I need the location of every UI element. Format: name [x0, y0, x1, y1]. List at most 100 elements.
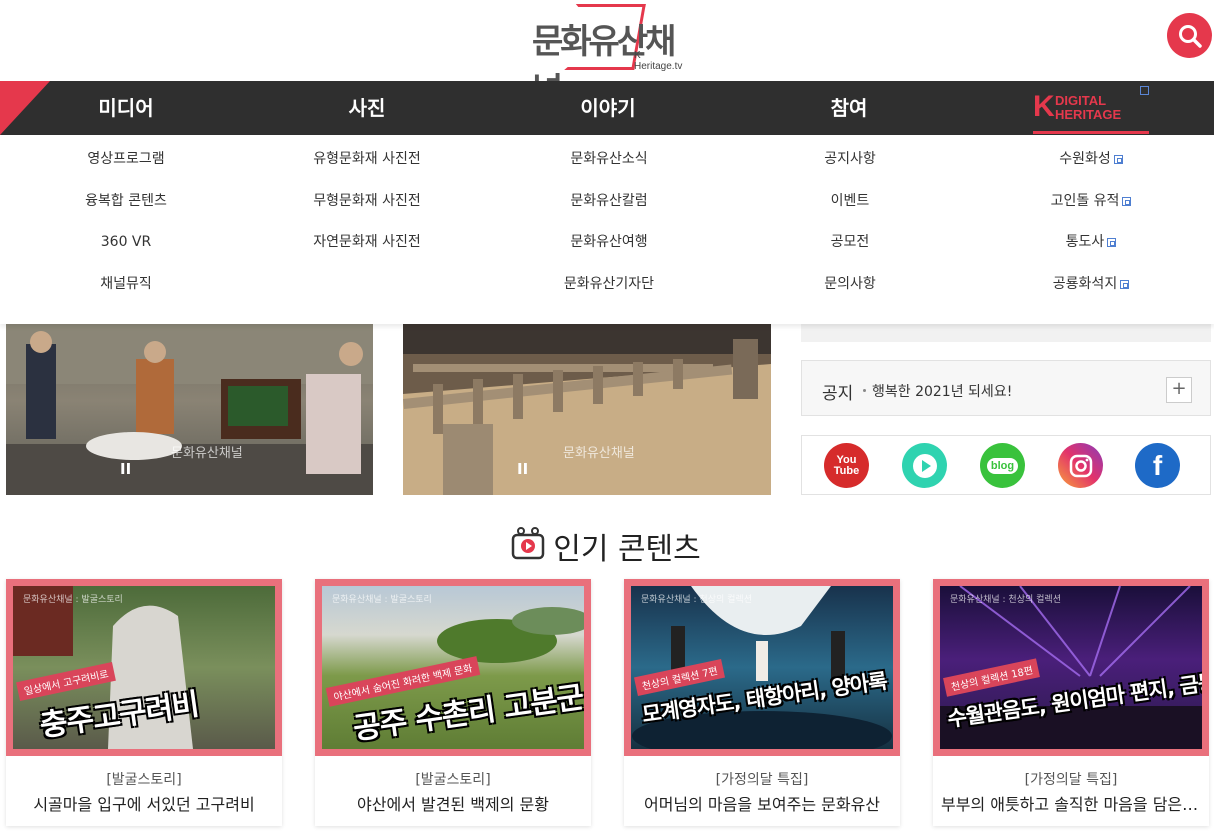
menu-item[interactable]: 무형문화재 사진전: [247, 189, 487, 231]
facebook-link[interactable]: f: [1135, 443, 1180, 488]
menu-item[interactable]: 문화유산기자단: [489, 272, 729, 314]
menu-item[interactable]: 이벤트: [730, 189, 970, 231]
video-watermark: 문화유산채널: [563, 446, 635, 461]
nav-item-media[interactable]: 미디어: [26, 81, 226, 135]
card-thumbnail: 일상에서 고구려비로 충주고구려비 문화유산채널 : 발굴스토리: [6, 579, 282, 756]
digital-heritage-line2: HERITAGE: [1055, 107, 1122, 122]
notice-more-button[interactable]: +: [1166, 377, 1192, 403]
external-link-icon: [1107, 238, 1117, 247]
studio-scene-image: [6, 324, 373, 495]
instagram-icon: [1069, 454, 1092, 477]
external-link-icon: [1122, 196, 1132, 206]
pause-icon[interactable]: II: [120, 460, 131, 478]
play-icon: [912, 453, 937, 478]
card-title[interactable]: 부부의 애틋하고 솔직한 마음을 담은 …: [933, 791, 1209, 815]
content-card[interactable]: 야산에서 숨어진 화려한 백제 문화 공주 수촌리 고분군 문화유산채널 : 발…: [315, 579, 591, 826]
notice-title: 공지: [822, 384, 854, 404]
menu-item-label: 통도사: [1065, 234, 1105, 250]
play-link[interactable]: [902, 443, 947, 488]
card-title[interactable]: 어머님의 마음을 보여주는 문화유산: [624, 791, 900, 815]
card-title[interactable]: 야산에서 발견된 백제의 문황: [315, 791, 591, 815]
video-thumbnail-studio[interactable]: II 문화유산채널: [6, 324, 373, 495]
video-thumbnail-bridge[interactable]: II 문화유산채널: [403, 324, 771, 495]
menu-item[interactable]: 고인돌 유적: [971, 189, 1211, 231]
digital-heritage-k: K: [1033, 90, 1055, 123]
external-link-icon: [1113, 155, 1123, 164]
card-channel-mark: 문화유산채널 : 발굴스토리: [23, 595, 123, 605]
card-channel-mark: 문화유산채널 : 천상의 컬렉션: [950, 595, 1061, 605]
banner-strip: [801, 324, 1211, 342]
nav-item-photo[interactable]: 사진: [267, 81, 467, 135]
card-thumbnail: 야산에서 숨어진 화려한 백제 문화 공주 수촌리 고분군 문화유산채널 : 발…: [315, 579, 591, 756]
card-image: 일상에서 고구려비로 충주고구려비 문화유산채널 : 발굴스토리: [13, 586, 275, 749]
blog-link[interactable]: blog: [980, 443, 1025, 488]
notice-link[interactable]: 행복한 2021년 되세요!: [872, 381, 1012, 401]
card-category: [가정의달 특집]: [715, 772, 809, 788]
card-thumbnail: 천상의 컬렉션 7편 모계영자도, 태항아리, 양아록 문화유산채널 : 천상의…: [624, 579, 900, 756]
popular-title-text: 인기 콘텐츠: [553, 532, 701, 567]
menu-column-media: 영상프로그램 융복합 콘텐츠 360 VR 채널뮤직: [6, 147, 246, 313]
youtube-link[interactable]: You Tube: [824, 443, 869, 488]
menu-item[interactable]: 문화유산여행: [489, 230, 729, 272]
blog-icon: blog: [986, 457, 1019, 474]
menu-item-label: 수원화성: [1059, 151, 1111, 167]
notice-box: 공지 행복한 2021년 되세요! +: [801, 360, 1211, 416]
menu-item[interactable]: 통도사: [971, 230, 1211, 272]
search-button[interactable]: [1167, 13, 1212, 58]
search-icon: [1178, 24, 1202, 48]
menu-column-participate: 공지사항 이벤트 공모전 문의사항: [730, 147, 970, 313]
card-category: [발굴스토리]: [106, 772, 182, 788]
menu-item[interactable]: 영상프로그램: [6, 147, 246, 189]
site-header: 문화유산채널 K-Heritage.tv: [0, 0, 1214, 111]
menu-column-story: 문화유산소식 문화유산칼럼 문화유산여행 문화유산기자단: [489, 147, 729, 313]
card-channel-mark: 문화유산채널 : 발굴스토리: [332, 595, 432, 605]
video-watermark: 문화유산채널: [171, 446, 243, 461]
social-links: You Tube blog f: [801, 435, 1211, 495]
menu-item[interactable]: 공지사항: [730, 147, 970, 189]
card-category: [가정의달 특집]: [1024, 772, 1118, 788]
card-image: 천상의 컬렉션 18편 수월관음도, 원이엄마 편지, 금동신발 문화유산채널 …: [940, 586, 1202, 749]
instagram-link[interactable]: [1058, 443, 1103, 488]
menu-column-photo: 유형문화재 사진전 무형문화재 사진전 자연문화재 사진전: [247, 147, 487, 272]
external-link-icon: [1140, 86, 1149, 95]
external-link-icon: [1120, 279, 1130, 289]
card-channel-mark: 문화유산채널 : 천상의 컬렉션: [641, 595, 752, 605]
menu-item[interactable]: 360 VR: [6, 230, 246, 272]
menu-item[interactable]: 문화유산칼럼: [489, 189, 729, 231]
stone-bridge-image: [403, 324, 771, 495]
menu-item[interactable]: 공모전: [730, 230, 970, 272]
card-image: 천상의 컬렉션 7편 모계영자도, 태항아리, 양아록 문화유산채널 : 천상의…: [631, 586, 893, 749]
pause-icon[interactable]: II: [517, 460, 528, 478]
site-logo[interactable]: 문화유산채널 K-Heritage.tv: [530, 4, 690, 111]
nav-item-digital-heritage[interactable]: K DIGITAL HERITAGE: [1033, 92, 1149, 134]
youtube-icon: You Tube: [833, 453, 860, 477]
digital-heritage-label: DIGITAL HERITAGE: [1055, 94, 1121, 122]
menu-column-digital: 수원화성 고인돌 유적 통도사 공룡화석지: [971, 147, 1211, 313]
menu-item[interactable]: 자연문화재 사진전: [247, 230, 487, 272]
menu-item-label: 고인돌 유적: [1050, 192, 1120, 209]
content-card[interactable]: 일상에서 고구려비로 충주고구려비 문화유산채널 : 발굴스토리 [발굴스토리]…: [6, 579, 282, 826]
main-nav: 미디어 사진 이야기 참여 K DIGITAL HERITAGE: [0, 81, 1214, 135]
logo-subtext: K-Heritage.tv: [634, 50, 683, 72]
card-thumbnail: 천상의 컬렉션 18편 수월관음도, 원이엄마 편지, 금동신발 문화유산채널 …: [933, 579, 1209, 756]
digital-heritage-line1: DIGITAL: [1055, 93, 1107, 108]
menu-item[interactable]: 수원화성: [971, 147, 1211, 189]
content-card[interactable]: 천상의 컬렉션 7편 모계영자도, 태항아리, 양아록 문화유산채널 : 천상의…: [624, 579, 900, 826]
menu-item[interactable]: 문화유산소식: [489, 147, 729, 189]
card-category: [발굴스토리]: [415, 772, 491, 788]
card-title[interactable]: 시골마을 입구에 서있던 고구려비: [6, 791, 282, 815]
notice-bullet: [863, 389, 866, 392]
popular-section-title: 인기 콘텐츠: [0, 524, 1214, 568]
facebook-icon: f: [1152, 449, 1163, 481]
menu-item[interactable]: 채널뮤직: [6, 272, 246, 314]
card-image: 야산에서 숨어진 화려한 백제 문화 공주 수촌리 고분군 문화유산채널 : 발…: [322, 586, 584, 749]
menu-item[interactable]: 융복합 콘텐츠: [6, 189, 246, 231]
content-card[interactable]: 천상의 컬렉션 18편 수월관음도, 원이엄마 편지, 금동신발 문화유산채널 …: [933, 579, 1209, 826]
menu-item[interactable]: 유형문화재 사진전: [247, 147, 487, 189]
menu-item[interactable]: 문의사항: [730, 272, 970, 314]
nav-item-participate[interactable]: 참여: [749, 81, 949, 135]
mega-menu-dropdown: 영상프로그램 융복합 콘텐츠 360 VR 채널뮤직 유형문화재 사진전 무형문…: [0, 135, 1214, 324]
menu-item-label: 공룡화석지: [1052, 275, 1118, 292]
menu-item[interactable]: 공룡화석지: [971, 272, 1211, 314]
nav-item-story[interactable]: 이야기: [508, 81, 708, 135]
